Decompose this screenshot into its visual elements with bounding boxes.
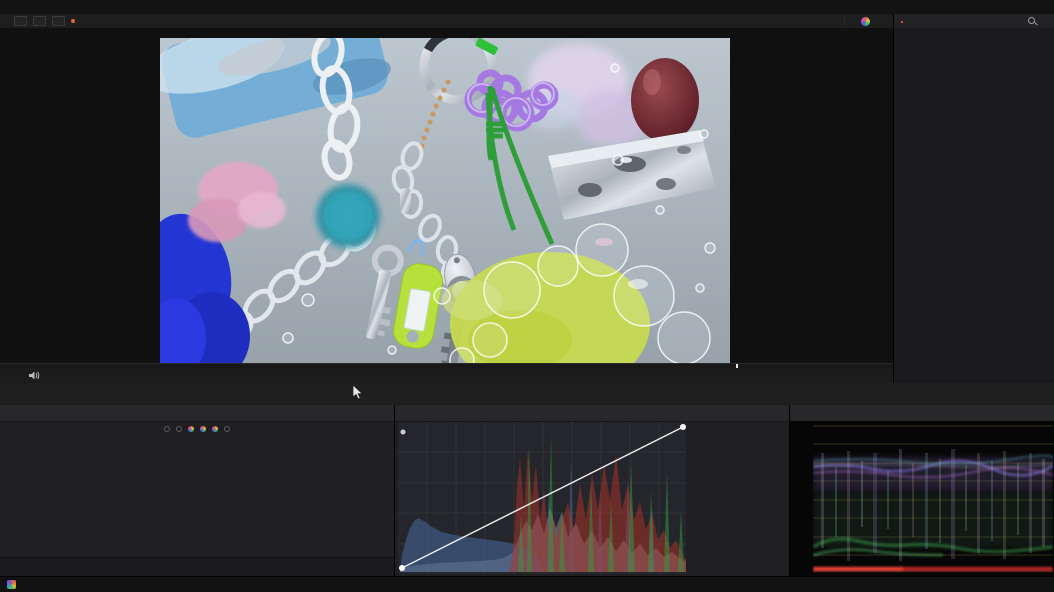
frame-rate-dot [71, 19, 75, 23]
project-title-area [0, 0, 1054, 14]
page-dot-active[interactable] [212, 426, 218, 432]
effects-library-panel [893, 28, 1054, 385]
viewer-zoom-controls [5, 14, 78, 28]
mouse-cursor [352, 385, 363, 400]
search-icon[interactable] [1028, 17, 1037, 26]
pen-tool-button[interactable] [8, 371, 11, 381]
viewer-right-controls [828, 14, 886, 28]
waveform-trace [813, 423, 1053, 573]
palette-toolbar [0, 383, 1054, 406]
transport-left-tools [8, 368, 40, 383]
curve-edit-row [691, 422, 787, 436]
curves-panel [395, 405, 790, 577]
viewer-area [0, 28, 893, 363]
scopes-panel-header [790, 405, 1054, 422]
davinci-logo-icon [7, 580, 16, 589]
waveform-scope [790, 421, 1054, 577]
wipe-mode-b-button[interactable] [33, 16, 46, 26]
speaker-icon[interactable] [29, 371, 40, 380]
hdr-color-wheels-panel [0, 405, 395, 577]
page-dot[interactable] [224, 426, 230, 432]
curves-panel-header [395, 405, 789, 422]
page-dot[interactable] [176, 426, 182, 432]
app-brand [0, 580, 21, 589]
wipe-mode-c-button[interactable] [52, 16, 65, 26]
curve-graph[interactable] [398, 422, 686, 574]
library-panel-header [893, 14, 1054, 28]
page-dot-active[interactable] [200, 426, 206, 432]
hdr-bottom-controls [0, 557, 394, 577]
hdr-panel-header [0, 405, 394, 422]
davinci-resolve-window [0, 0, 1054, 592]
wipe-mode-a-button[interactable] [14, 16, 27, 26]
color-palette-icon[interactable] [861, 17, 870, 26]
page-dot[interactable] [164, 426, 170, 432]
frame-rate-indicator [71, 19, 78, 23]
page-taskbar [0, 576, 1054, 592]
waveform-scale [792, 423, 812, 573]
divider [844, 17, 845, 25]
page-dot-active[interactable] [188, 426, 194, 432]
soft-clip-row [691, 440, 787, 454]
wheel-pagination [0, 422, 394, 435]
curve-graph-canvas [398, 422, 686, 574]
scopes-panel [790, 405, 1054, 577]
curves-side-controls [691, 422, 787, 575]
timeline-select[interactable] [428, 14, 432, 28]
top-bar [0, 0, 1054, 15]
viewer-image [160, 38, 730, 363]
viewer-toolbar-row [0, 14, 1054, 29]
tab-library[interactable] [901, 20, 903, 23]
transport-bar [0, 368, 893, 384]
